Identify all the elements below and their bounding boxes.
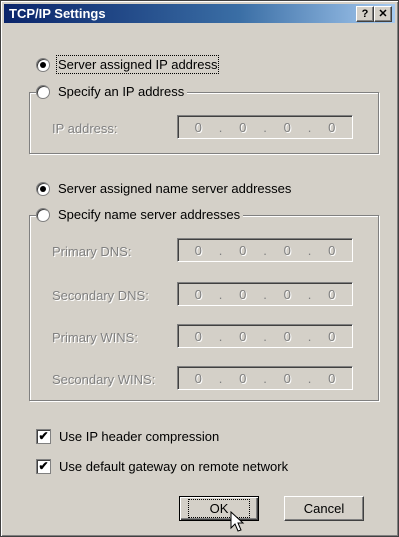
octet: 0	[283, 119, 291, 135]
octet: 0	[328, 242, 336, 258]
octet: 0	[239, 286, 247, 302]
radio-specify-dns-label: Specify name server addresses	[58, 207, 241, 222]
octet: 0	[239, 119, 247, 135]
ip-address-field: 0. 0. 0. 0	[177, 115, 353, 139]
octet: 0	[283, 242, 291, 258]
radio-server-assigned-ip[interactable]: Server assigned IP address	[36, 55, 220, 74]
radio-server-assigned-dns[interactable]: Server assigned name server addresses	[36, 181, 291, 196]
ip-address-label: IP address:	[52, 121, 118, 136]
octet: 0	[194, 286, 202, 302]
octet: 0	[239, 370, 247, 386]
tcpip-settings-dialog: TCP/IP Settings ? ✕ Server assigned IP a…	[0, 0, 399, 537]
octet: 0	[328, 328, 336, 344]
secondary-dns-label: Secondary DNS:	[52, 288, 149, 303]
checkbox-box[interactable]: ✔	[36, 459, 51, 474]
default-gateway-checkbox[interactable]: ✔ Use default gateway on remote network	[36, 459, 288, 474]
octet: 0	[328, 286, 336, 302]
primary-dns-field: 0. 0. 0. 0	[177, 238, 353, 262]
close-button[interactable]: ✕	[374, 6, 392, 22]
title-bar[interactable]: TCP/IP Settings ? ✕	[4, 4, 395, 23]
radio-specify-dns[interactable]: Specify name server addresses	[36, 207, 244, 222]
cancel-button[interactable]: Cancel	[284, 496, 364, 521]
octet: 0	[194, 370, 202, 386]
octet: 0	[194, 119, 202, 135]
octet: 0	[239, 242, 247, 258]
octet: 0	[283, 328, 291, 344]
ip-header-compression-checkbox[interactable]: ✔ Use IP header compression	[36, 429, 219, 444]
radio-dot[interactable]	[36, 57, 50, 72]
primary-wins-label: Primary WINS:	[52, 330, 138, 345]
octet: 0	[283, 370, 291, 386]
window-title: TCP/IP Settings	[9, 6, 106, 21]
radio-dot[interactable]	[36, 181, 50, 196]
radio-specify-ip[interactable]: Specify an IP address	[36, 84, 188, 99]
primary-dns-label: Primary DNS:	[52, 244, 132, 259]
secondary-wins-field: 0. 0. 0. 0	[177, 366, 353, 390]
octet: 0	[194, 328, 202, 344]
radio-dot[interactable]	[36, 207, 50, 222]
primary-wins-field: 0. 0. 0. 0	[177, 324, 353, 348]
ip-header-compression-label: Use IP header compression	[59, 429, 220, 444]
arrow-pointer-icon	[230, 511, 245, 532]
default-gateway-label: Use default gateway on remote network	[59, 459, 289, 474]
secondary-dns-field: 0. 0. 0. 0	[177, 282, 353, 306]
radio-server-assigned-ip-label: Server assigned IP address	[55, 55, 220, 74]
octet: 0	[328, 370, 336, 386]
radio-specify-ip-label: Specify an IP address	[58, 84, 185, 99]
octet: 0	[194, 242, 202, 258]
octet: 0	[328, 119, 336, 135]
radio-server-assigned-dns-label: Server assigned name server addresses	[58, 181, 292, 196]
radio-dot[interactable]	[36, 84, 50, 99]
octet: 0	[283, 286, 291, 302]
checkbox-box[interactable]: ✔	[36, 429, 51, 444]
ok-button[interactable]: OK	[179, 496, 259, 521]
secondary-wins-label: Secondary WINS:	[52, 372, 156, 387]
help-button[interactable]: ?	[356, 6, 374, 22]
octet: 0	[239, 328, 247, 344]
